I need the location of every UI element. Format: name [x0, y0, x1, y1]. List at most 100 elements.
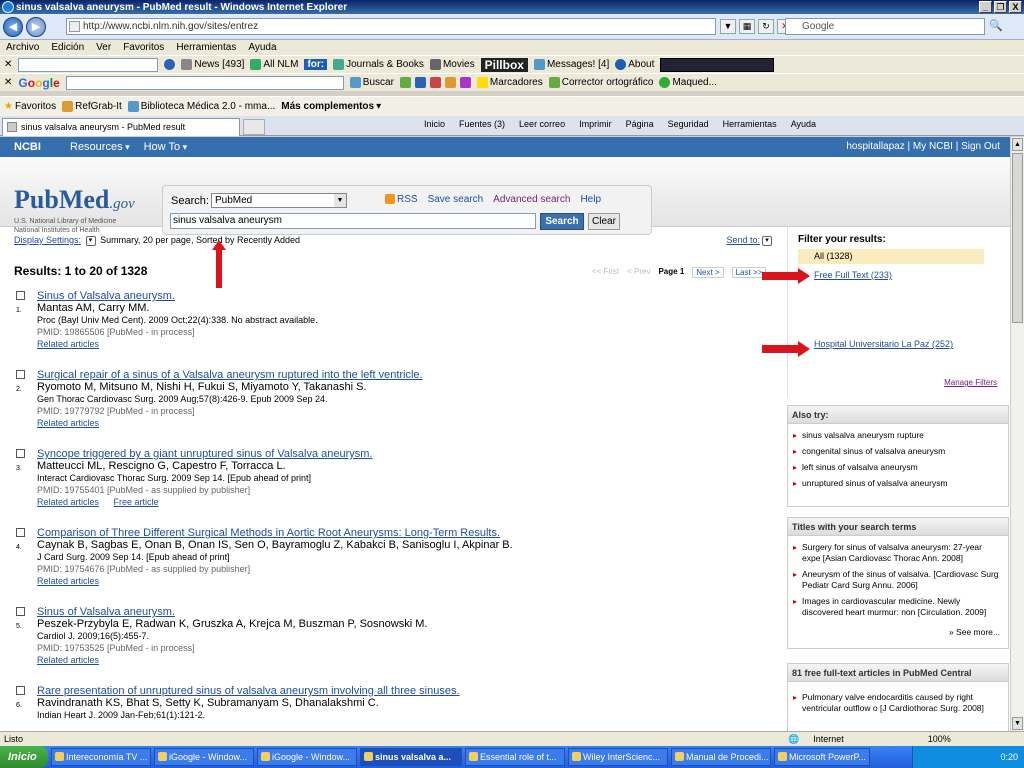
- taskbar-item[interactable]: Wiley InterScienc...: [568, 748, 668, 766]
- close-toolbar-icon[interactable]: ✕: [4, 59, 12, 70]
- related-articles-link[interactable]: Related articles: [37, 497, 99, 507]
- taskbar-item[interactable]: iGoogle - Window...: [257, 748, 357, 766]
- go-icon[interactable]: [164, 59, 176, 70]
- menu-herramientas[interactable]: Herramientas: [176, 42, 236, 53]
- display-settings-link[interactable]: Display Settings:: [14, 235, 81, 245]
- google-toolbar-input[interactable]: [65, 75, 344, 90]
- result-title[interactable]: Surgical repair of a sinus of a Valsalva…: [37, 369, 757, 381]
- titles-item[interactable]: Surgery for sinus of valsalva aneurysm: …: [793, 542, 1000, 564]
- also-try-item[interactable]: sinus valsalva aneurysm rupture: [793, 430, 1000, 441]
- free-article-link[interactable]: Free article: [114, 497, 159, 507]
- cmd-imprimir[interactable]: Imprimir: [579, 119, 612, 129]
- minimize-button[interactable]: _: [979, 1, 992, 13]
- toolbar-search-combo[interactable]: [18, 57, 159, 72]
- cmd-seguridad[interactable]: Seguridad: [668, 119, 709, 129]
- rss-link[interactable]: RSS: [385, 194, 418, 205]
- forward-button[interactable]: ▶: [26, 16, 46, 37]
- search-input[interactable]: sinus valsalva aneurysm: [170, 213, 536, 229]
- advanced-search-link[interactable]: Advanced search: [493, 194, 570, 205]
- taskbar-item[interactable]: Intereconomía TV ...: [51, 748, 151, 766]
- back-button[interactable]: ◀: [3, 16, 23, 37]
- result-title[interactable]: Rare presentation of unruptured sinus of…: [37, 685, 757, 697]
- media-player-widget[interactable]: [660, 57, 775, 72]
- favoritos-button[interactable]: ★ Favoritos: [4, 101, 56, 112]
- complementos-link[interactable]: Más complementos ▾: [281, 101, 381, 112]
- also-try-item[interactable]: congenital sinus of valsalva aneurysm: [793, 446, 1000, 457]
- biblioteca-link[interactable]: Biblioteca Médica 2.0 - mma...: [127, 101, 275, 112]
- about-button[interactable]: About: [615, 59, 654, 70]
- start-button[interactable]: Inicio: [0, 746, 48, 768]
- menu-ayuda[interactable]: Ayuda: [248, 42, 276, 53]
- pubmed-logo[interactable]: PubMed.gov: [14, 185, 135, 215]
- search-button[interactable]: Search: [540, 213, 584, 230]
- related-articles-link[interactable]: Related articles: [37, 655, 99, 665]
- tab-pubmed[interactable]: sinus valsalva aneurysm - PubMed result: [2, 118, 240, 136]
- howto-menu[interactable]: How To: [144, 141, 188, 153]
- clock[interactable]: 0:20: [1000, 752, 1018, 762]
- taskbar-item[interactable]: Manual de Procedi...: [671, 748, 771, 766]
- result-title[interactable]: Sinus of Valsalva aneurysm.: [37, 290, 757, 302]
- result-title[interactable]: Comparison of Three Different Surgical M…: [37, 527, 757, 539]
- related-articles-link[interactable]: Related articles: [37, 576, 99, 586]
- taskbar-item-active[interactable]: sinus valsalva a...: [360, 748, 462, 766]
- pager-next[interactable]: Next >: [692, 267, 724, 278]
- save-search-link[interactable]: Save search: [428, 194, 484, 205]
- for-button[interactable]: for:: [304, 59, 328, 70]
- manage-filters-link[interactable]: Manage Filters: [944, 378, 997, 387]
- related-articles-link[interactable]: Related articles: [37, 418, 99, 428]
- scroll-down-icon[interactable]: ▼: [1012, 717, 1023, 730]
- dropdown-icon[interactable]: ▼: [720, 19, 736, 34]
- filter-all[interactable]: All (1328): [798, 249, 984, 264]
- filter-free-full-text[interactable]: Free Full Text (233): [814, 270, 892, 280]
- result-checkbox[interactable]: [16, 607, 25, 616]
- pillbox-button[interactable]: Pillbox: [480, 57, 528, 72]
- my-ncbi-link[interactable]: My NCBI: [913, 141, 953, 152]
- refgrab-link[interactable]: RefGrab-It: [62, 101, 122, 112]
- see-more-link[interactable]: » See more...: [788, 627, 1008, 643]
- related-articles-link[interactable]: Related articles: [37, 339, 99, 349]
- toolbar-icons-row[interactable]: [399, 77, 471, 88]
- result-title[interactable]: Sinus of Valsalva aneurysm.: [37, 606, 757, 618]
- allnlm-button[interactable]: All NLM: [250, 59, 298, 70]
- news-button[interactable]: News [493]: [181, 59, 244, 70]
- menu-archivo[interactable]: Archivo: [6, 42, 39, 53]
- pmc-item[interactable]: Pulmonary valve endocarditis caused by r…: [793, 692, 1000, 714]
- menu-edicion[interactable]: Edición: [51, 42, 84, 53]
- buscar-button[interactable]: Buscar: [349, 77, 394, 88]
- search-icon[interactable]: 🔍: [988, 19, 1004, 34]
- pager-current[interactable]: Page 1: [658, 267, 684, 278]
- send-to[interactable]: Send to: ▾: [726, 235, 774, 246]
- taskbar-item[interactable]: iGoogle - Window...: [154, 748, 254, 766]
- restore-button[interactable]: ❐: [994, 1, 1007, 13]
- result-checkbox[interactable]: [16, 370, 25, 379]
- refresh-icon[interactable]: ↻: [758, 19, 774, 34]
- menu-favoritos[interactable]: Favoritos: [123, 42, 164, 53]
- cmd-pagina[interactable]: Página: [626, 119, 654, 129]
- result-title[interactable]: Syncope triggered by a giant unruptured …: [37, 448, 757, 460]
- cmd-ayuda[interactable]: Ayuda: [791, 119, 816, 129]
- resources-menu[interactable]: Resources: [70, 141, 130, 153]
- cmd-herramientas[interactable]: Herramientas: [723, 119, 777, 129]
- close-button[interactable]: X: [1009, 1, 1022, 13]
- cmd-leer-correo[interactable]: Leer correo: [519, 119, 565, 129]
- new-tab-button[interactable]: [243, 119, 265, 135]
- result-checkbox[interactable]: [16, 528, 25, 537]
- cmd-inicio[interactable]: Inicio: [424, 119, 445, 129]
- compat-icon[interactable]: ▦: [739, 19, 755, 34]
- user-button[interactable]: Maqued...: [659, 77, 717, 88]
- messages-button[interactable]: Messages! [4]: [533, 59, 609, 70]
- taskbar-item[interactable]: Essential role of t...: [465, 748, 565, 766]
- scroll-up-icon[interactable]: ▲: [1012, 138, 1023, 151]
- google-search-input[interactable]: Google: [785, 18, 985, 35]
- cmd-fuentes[interactable]: Fuentes (3): [459, 119, 505, 129]
- result-checkbox[interactable]: [16, 686, 25, 695]
- menu-ver[interactable]: Ver: [96, 42, 111, 53]
- taskbar-item[interactable]: Microsoft PowerP...: [774, 748, 870, 766]
- close-google-toolbar-icon[interactable]: ✕: [4, 77, 12, 88]
- clear-button[interactable]: Clear: [588, 213, 620, 230]
- result-checkbox[interactable]: [16, 449, 25, 458]
- also-try-item[interactable]: unruptured sinus of valsalva aneurysm: [793, 478, 1000, 489]
- sign-out-link[interactable]: Sign Out: [961, 141, 1000, 152]
- movies-button[interactable]: Movies: [429, 59, 475, 70]
- scroll-thumb[interactable]: [1012, 153, 1023, 323]
